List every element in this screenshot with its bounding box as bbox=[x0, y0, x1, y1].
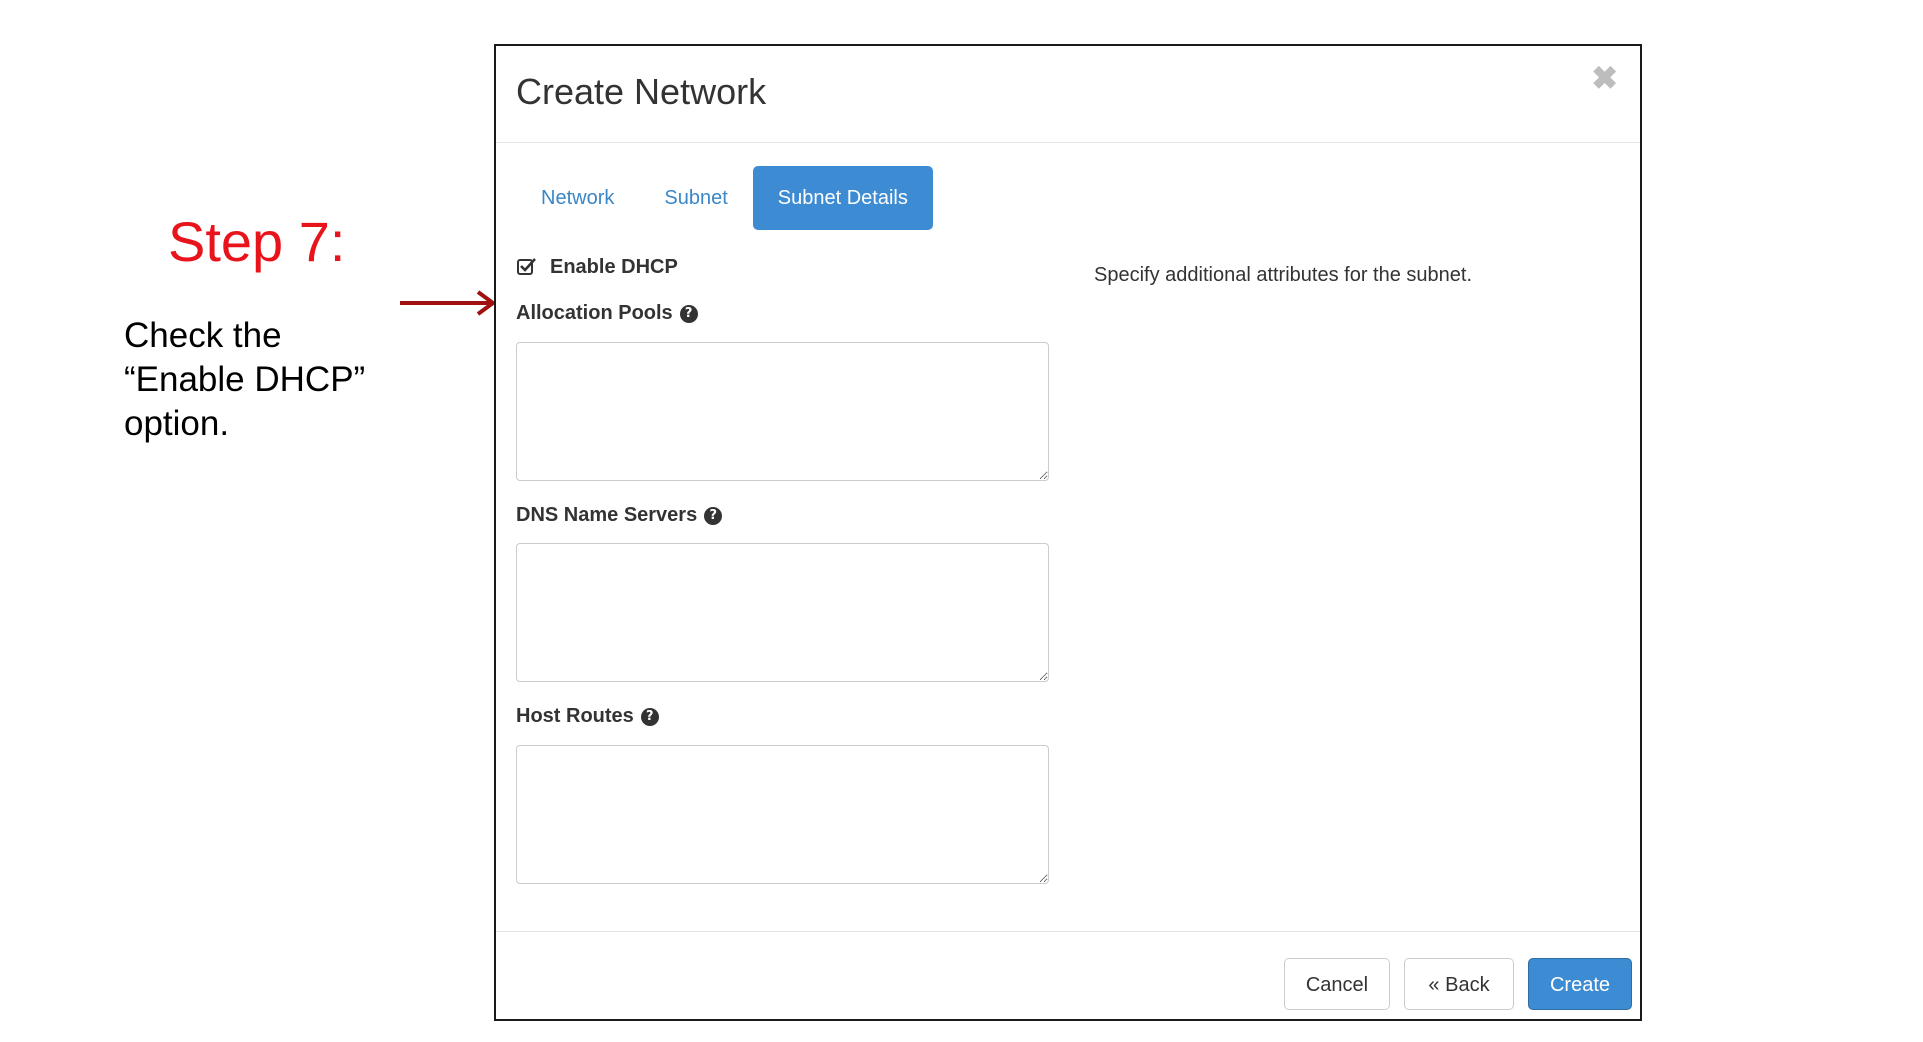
modal-title: Create Network bbox=[516, 71, 767, 112]
pointer-arrow-icon bbox=[400, 290, 497, 316]
host-routes-label: Host Routes ? bbox=[516, 705, 659, 728]
wizard-tabs: Network Subnet Subnet Details bbox=[516, 166, 933, 230]
field-label-text: DNS Name Servers bbox=[516, 504, 698, 526]
back-button[interactable]: « Back bbox=[1404, 958, 1514, 1010]
help-icon[interactable]: ? bbox=[640, 707, 659, 726]
dns-name-servers-label: DNS Name Servers ? bbox=[516, 504, 723, 527]
step-title: Step 7: bbox=[168, 210, 346, 273]
tutorial-annotation: Step 7: Check the “Enable DHCP” option. bbox=[0, 0, 497, 1042]
instruction-line: Check the bbox=[124, 316, 282, 355]
allocation-pools-label: Allocation Pools ? bbox=[516, 302, 698, 325]
help-icon[interactable]: ? bbox=[704, 506, 723, 525]
tab-subnet[interactable]: Subnet bbox=[639, 166, 752, 230]
allocation-pools-input[interactable] bbox=[516, 342, 1049, 481]
step-instruction: Check the “Enable DHCP” option. bbox=[124, 314, 365, 446]
enable-dhcp-label: Enable DHCP bbox=[550, 255, 678, 278]
step-description: Specify additional attributes for the su… bbox=[1094, 264, 1473, 286]
instruction-line: option. bbox=[124, 404, 230, 443]
modal-header: Create Network ✖ bbox=[496, 46, 1640, 143]
field-label-text: Host Routes bbox=[516, 705, 634, 727]
cancel-button[interactable]: Cancel bbox=[1284, 958, 1390, 1010]
help-icon[interactable]: ? bbox=[679, 304, 698, 323]
field-label-text: Allocation Pools bbox=[516, 302, 673, 324]
checkbox-checked-icon[interactable] bbox=[516, 256, 538, 278]
instruction-line: “Enable DHCP” bbox=[124, 360, 366, 399]
host-routes-input[interactable] bbox=[516, 745, 1049, 884]
modal-footer: Cancel « Back Create bbox=[496, 931, 1640, 1022]
dns-name-servers-input[interactable] bbox=[516, 543, 1049, 682]
create-button[interactable]: Create bbox=[1528, 958, 1632, 1010]
close-icon[interactable]: ✖ bbox=[1591, 62, 1618, 94]
enable-dhcp-checkbox[interactable]: Enable DHCP bbox=[516, 252, 678, 282]
create-network-dialog: Create Network ✖ Network Subnet Subnet D… bbox=[494, 44, 1642, 1021]
tab-network[interactable]: Network bbox=[516, 166, 639, 230]
tab-subnet-details[interactable]: Subnet Details bbox=[752, 166, 933, 230]
